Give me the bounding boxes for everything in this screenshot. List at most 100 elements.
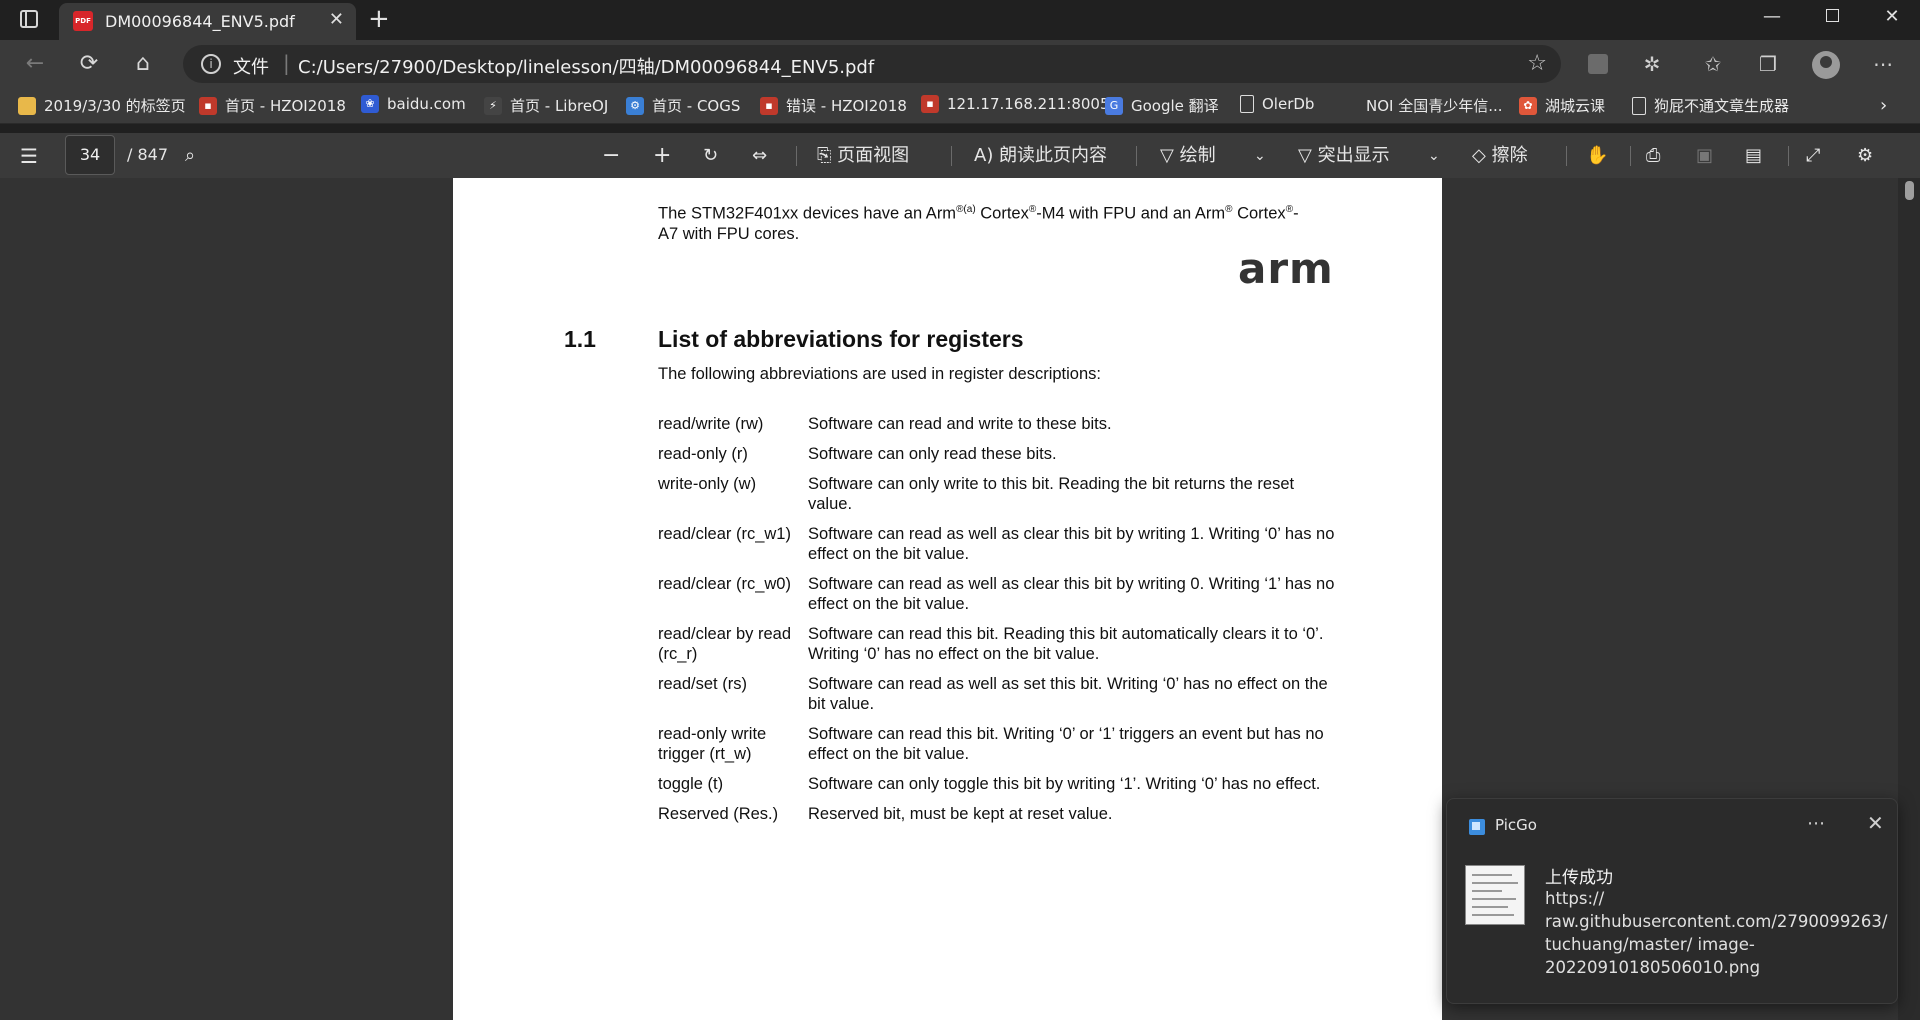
bookmark-item[interactable]: ⚙ 首页 - COGS — [626, 95, 740, 116]
pdf-file-icon: PDF — [73, 11, 93, 31]
abbreviation-description: Software can read as well as clear this … — [808, 525, 1335, 563]
page-view-button[interactable]: ⎘ 页面视图 — [817, 143, 909, 169]
zoom-out-icon[interactable]: − — [602, 143, 620, 169]
abbreviation-term: Reserved (Res.) — [658, 805, 779, 823]
toolbar-divider — [1788, 146, 1789, 166]
scrollbar-thumb[interactable] — [1905, 181, 1914, 200]
highlight-options-chevron-icon[interactable]: ⌄ — [1428, 143, 1440, 169]
tab-actions-icon[interactable] — [20, 10, 38, 28]
active-tab[interactable]: PDF DM00096844_ENV5.pdf ✕ — [59, 3, 356, 40]
profile-avatar[interactable] — [1812, 51, 1840, 79]
site-favicon-icon: ▪ — [760, 96, 778, 115]
page-number-input[interactable]: 34 — [65, 135, 115, 175]
tab-close-icon[interactable]: ✕ — [329, 9, 344, 30]
search-icon[interactable]: ⌕ — [185, 143, 195, 169]
abbreviation-description: Software can read as well as clear this … — [808, 575, 1335, 613]
extensions-puzzle-icon[interactable]: ✲ — [1637, 49, 1667, 79]
fit-to-page-icon[interactable]: ⇔ — [752, 143, 767, 169]
settings-gear-icon[interactable]: ⚙ — [1857, 143, 1873, 169]
print-icon[interactable]: ⎙ — [1646, 143, 1660, 169]
abbreviation-description: Software can only toggle this bit by wri… — [808, 775, 1321, 793]
bookmark-item[interactable]: ❀ baidu.com — [361, 95, 466, 113]
save-icon[interactable]: ▣ — [1696, 143, 1713, 169]
toolbar-divider — [1566, 146, 1567, 166]
abbreviation-term: read-only write trigger (rt_w) — [658, 725, 767, 763]
draw-options-chevron-icon[interactable]: ⌄ — [1254, 143, 1266, 169]
notification-app-name: PicGo — [1495, 816, 1537, 834]
refresh-icon[interactable]: ⟳ — [74, 49, 104, 79]
pdf-toolbar: ☰ 34 / 847 ⌕ − + ↻ ⇔ ⎘ 页面视图 A) 朗读此页内容 ▽ … — [0, 133, 1920, 178]
abbreviation-term: write-only (w) — [658, 475, 757, 493]
vertical-scrollbar[interactable] — [1898, 178, 1920, 1020]
bookmark-item[interactable]: OlerDb — [1240, 95, 1314, 113]
google-translate-icon: G — [1105, 96, 1123, 115]
address-bar[interactable]: i 文件 | C:/Users/27900/Desktop/linelesson… — [183, 45, 1561, 83]
bookmark-item[interactable]: NOI 全国青少年信... — [1340, 95, 1503, 116]
bookmark-item[interactable]: G Google 翻译 — [1105, 95, 1219, 116]
abbreviation-description: Software can read as well as set this bi… — [808, 675, 1328, 713]
navigation-bar: ← ⟳ ⌂ i 文件 | C:/Users/27900/Desktop/line… — [0, 40, 1920, 87]
section-intro: The following abbreviations are used in … — [658, 365, 1101, 383]
notification-close-icon[interactable]: ✕ — [1867, 811, 1884, 835]
tab-title: DM00096844_ENV5.pdf — [105, 12, 295, 31]
page-view-icon: ⎘ — [817, 145, 838, 166]
address-divider: | — [283, 51, 290, 75]
rotate-icon[interactable]: ↻ — [703, 143, 718, 169]
read-aloud-icon: A) — [974, 145, 1000, 166]
toolbar-divider — [796, 146, 797, 166]
notification-more-icon[interactable]: ⋯ — [1807, 813, 1825, 834]
bookmarks-overflow-chevron-icon[interactable]: › — [1880, 95, 1887, 116]
zoom-in-icon[interactable]: + — [653, 143, 671, 169]
document-icon — [1632, 96, 1646, 115]
bookmark-item[interactable]: 2019/3/30 的标签页 — [18, 95, 186, 116]
bookmark-item[interactable]: 狗屁不通文章生成器 — [1632, 95, 1789, 116]
upload-thumbnail — [1465, 865, 1525, 925]
extension-icon[interactable] — [1583, 49, 1613, 79]
more-menu-icon[interactable]: ⋯ — [1868, 49, 1898, 79]
favorites-icon[interactable]: ✩ — [1698, 49, 1728, 79]
document-icon — [1240, 95, 1254, 113]
notification-body: https:// raw.githubusercontent.com/27900… — [1545, 889, 1888, 977]
table-of-contents-icon[interactable]: ☰ — [20, 143, 38, 169]
info-icon[interactable]: i — [201, 54, 221, 74]
save-as-icon[interactable]: ▤ — [1745, 143, 1762, 169]
bookmark-item[interactable]: ▪ 首页 - HZOI2018 — [199, 95, 346, 116]
new-tab-button[interactable]: + — [368, 4, 390, 34]
picgo-notification[interactable]: PicGo ⋯ ✕ 上传成功 https:// raw.githubuserco… — [1446, 798, 1898, 1004]
read-aloud-button[interactable]: A) 朗读此页内容 — [974, 143, 1107, 169]
close-window-icon[interactable]: ✕ — [1880, 6, 1904, 27]
abbreviation-description: Software can read this bit. Reading this… — [808, 625, 1324, 663]
erase-button[interactable]: ◇ 擦除 — [1472, 143, 1528, 169]
abbreviation-term: read/clear (rc_w0) — [658, 575, 791, 593]
add-favorite-icon[interactable]: ☆ — [1527, 51, 1547, 76]
bookmark-item[interactable]: ✿ 湖城云课 — [1519, 95, 1605, 116]
arm-logo: arm — [1238, 244, 1334, 293]
picgo-app-icon — [1469, 819, 1485, 835]
bookmark-item[interactable]: ⚡ 首页 - LibreOJ — [484, 95, 608, 116]
abbreviation-term: read-only (r) — [658, 445, 748, 463]
bookmark-item[interactable]: ▪ 错误 - HZOI2018 — [760, 95, 907, 116]
restore-icon[interactable] — [1820, 9, 1844, 22]
abbreviation-term: read/write (rw) — [658, 415, 764, 433]
abbreviation-description: Software can only read these bits. — [808, 445, 1057, 463]
home-icon[interactable]: ⌂ — [128, 49, 158, 79]
collections-icon[interactable]: ❐ — [1753, 49, 1783, 79]
draw-button[interactable]: ▽ 绘制 — [1160, 143, 1216, 169]
fullscreen-icon[interactable]: ⤢ — [1806, 143, 1820, 169]
abbreviation-description: Reserved bit, must be kept at reset valu… — [808, 805, 1113, 823]
pdf-page: The STM32F401xx devices have an Arm®(a) … — [453, 178, 1442, 1020]
abbreviation-term: read/set (rs) — [658, 675, 747, 693]
touch-write-icon[interactable]: ✋ — [1586, 143, 1608, 169]
back-arrow-icon[interactable]: ← — [20, 49, 50, 79]
folder-icon — [18, 96, 36, 115]
highlight-icon: ▽ — [1298, 145, 1318, 166]
highlight-button[interactable]: ▽ 突出显示 — [1298, 143, 1390, 169]
toolbar-divider — [1136, 146, 1137, 166]
minimize-icon[interactable]: — — [1760, 6, 1784, 27]
libreoj-icon: ⚡ — [484, 96, 502, 115]
address-url[interactable]: C:/Users/27900/Desktop/linelesson/四轴/DM0… — [298, 53, 874, 79]
bookmark-item[interactable]: ▪ 121.17.168.211:8005 — [921, 95, 1110, 113]
abbreviation-description: Software can read and write to these bit… — [808, 415, 1112, 433]
bookmarks-bar: 2019/3/30 的标签页 ▪ 首页 - HZOI2018 ❀ baidu.com… — [0, 87, 1920, 124]
section-number: 1.1 — [564, 326, 596, 352]
